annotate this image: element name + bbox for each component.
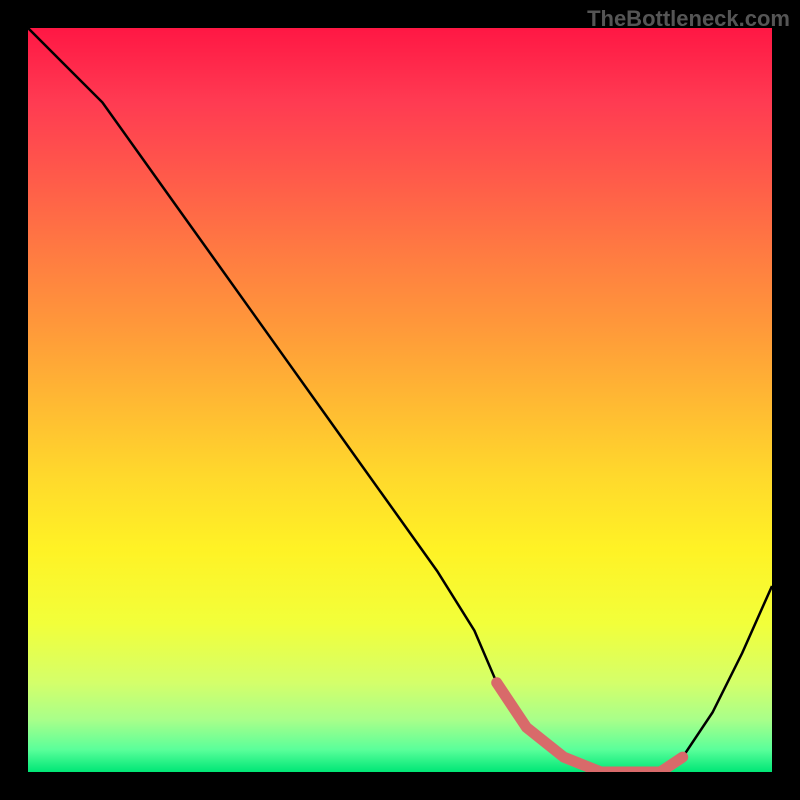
chart-svg	[28, 28, 772, 772]
optimal-range-path	[497, 683, 683, 772]
bottleneck-curve-path	[28, 28, 772, 772]
chart-plot-area	[28, 28, 772, 772]
watermark-text: TheBottleneck.com	[587, 6, 790, 32]
